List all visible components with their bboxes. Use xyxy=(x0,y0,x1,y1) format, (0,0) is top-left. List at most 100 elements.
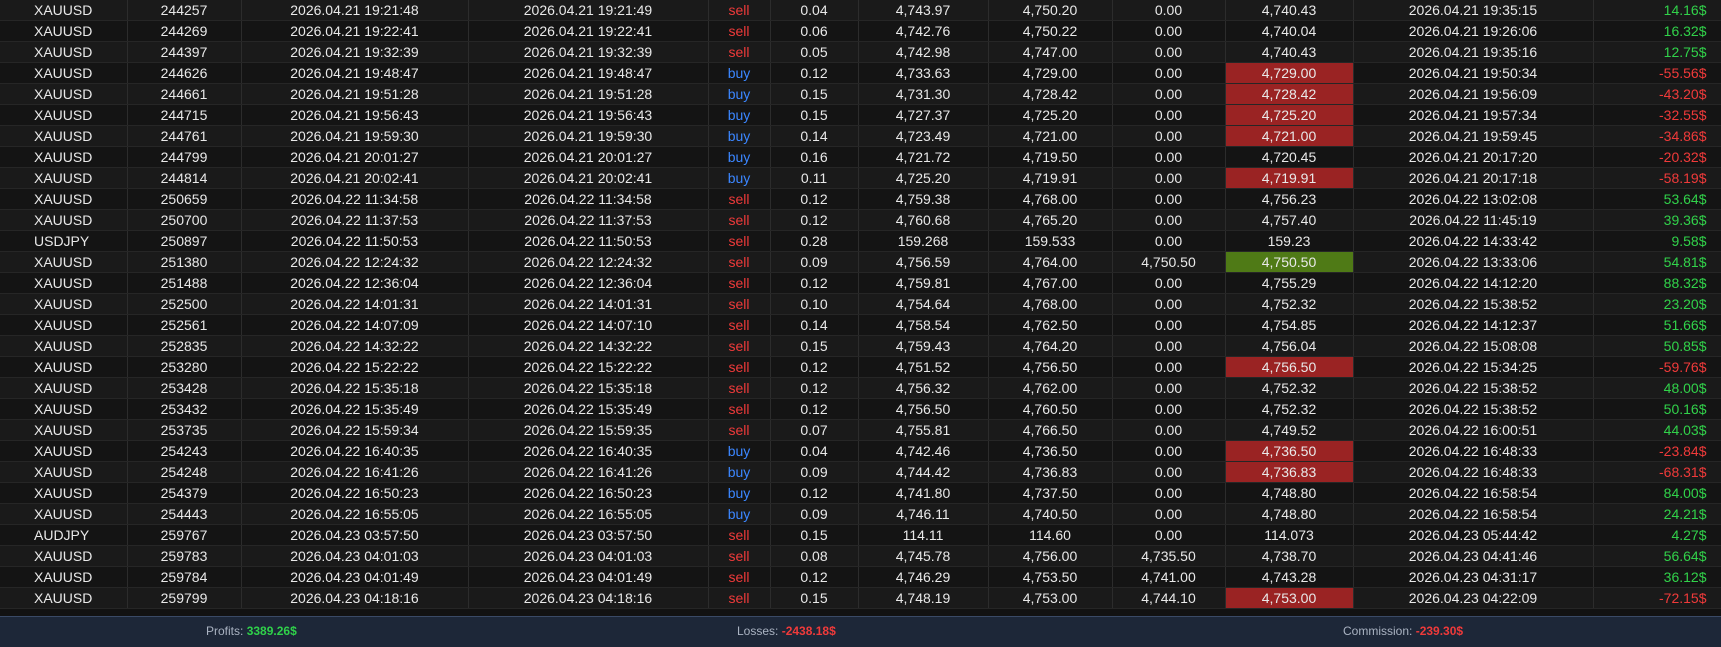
table-row[interactable]: XAUUSD 253432 2026.04.22 15:35:49 2026.04.2… xyxy=(0,398,1721,420)
table-row[interactable]: XAUUSD 253735 2026.04.22 15:59:34 2026.04.2… xyxy=(0,419,1721,441)
cell-close-time: 2026.04.22 14:12:20 xyxy=(1353,272,1594,294)
cell-ticket: 244761 xyxy=(127,125,242,147)
cell-open-time: 2026.04.21 19:51:28 xyxy=(241,83,469,105)
table-row[interactable]: XAUUSD 253428 2026.04.22 15:35:18 2026.04.2… xyxy=(0,377,1721,399)
cell-stop-loss: 4,747.00 xyxy=(988,41,1113,63)
table-row[interactable]: XAUUSD 244715 2026.04.21 19:56:43 2026.04.2… xyxy=(0,104,1721,126)
cell-close-time: 2026.04.22 15:08:08 xyxy=(1353,335,1594,357)
cell-stop-loss: 4,729.00 xyxy=(988,62,1113,84)
cell-profit: 44.03$ xyxy=(1593,419,1721,441)
cell-type: buy xyxy=(708,440,771,462)
table-row[interactable]: XAUUSD 254443 2026.04.22 16:55:05 2026.04.2… xyxy=(0,503,1721,525)
cell-take-profit: 0.00 xyxy=(1112,20,1226,42)
cell-ticket: 244269 xyxy=(127,20,242,42)
cell-ticket: 244661 xyxy=(127,83,242,105)
cell-symbol: XAUUSD xyxy=(0,272,128,294)
cell-symbol: XAUUSD xyxy=(0,377,128,399)
table-row[interactable]: XAUUSD 244257 2026.04.21 19:21:48 2026.04.2… xyxy=(0,0,1721,21)
cell-close-time: 2026.04.21 20:17:20 xyxy=(1353,146,1594,168)
cell-symbol: XAUUSD xyxy=(0,188,128,210)
table-row[interactable]: XAUUSD 259784 2026.04.23 04:01:49 2026.04.2… xyxy=(0,566,1721,588)
cell-open-price: 4,743.97 xyxy=(858,0,989,21)
table-row[interactable]: XAUUSD 244397 2026.04.21 19:32:39 2026.04.2… xyxy=(0,41,1721,63)
cell-profit: 9.58$ xyxy=(1593,230,1721,252)
table-row[interactable]: XAUUSD 244626 2026.04.21 19:48:47 2026.04.2… xyxy=(0,62,1721,84)
cell-ticket: 252500 xyxy=(127,293,242,315)
cell-open-price: 4,745.78 xyxy=(858,545,989,567)
cell-close-time: 2026.04.22 16:58:54 xyxy=(1353,482,1594,504)
cell-take-profit: 0.00 xyxy=(1112,41,1226,63)
cell-type: sell xyxy=(708,293,771,315)
cell-profit: -43.20$ xyxy=(1593,83,1721,105)
cell-close-price: 4,754.85 xyxy=(1225,314,1354,336)
cell-ticket: 254248 xyxy=(127,461,242,483)
cell-exec-time: 2026.04.22 16:55:05 xyxy=(468,503,709,525)
cell-stop-loss: 4,740.50 xyxy=(988,503,1113,525)
table-row[interactable]: XAUUSD 254243 2026.04.22 16:40:35 2026.04.2… xyxy=(0,440,1721,462)
table-row[interactable]: XAUUSD 254379 2026.04.22 16:50:23 2026.04.2… xyxy=(0,482,1721,504)
cell-profit: 23.20$ xyxy=(1593,293,1721,315)
cell-open-price: 4,756.50 xyxy=(858,398,989,420)
cell-open-price: 4,759.81 xyxy=(858,272,989,294)
cell-profit: 12.75$ xyxy=(1593,41,1721,63)
table-row[interactable]: XAUUSD 254248 2026.04.22 16:41:26 2026.04.2… xyxy=(0,461,1721,483)
cell-close-time: 2026.04.22 13:02:08 xyxy=(1353,188,1594,210)
cell-ticket: 253735 xyxy=(127,419,242,441)
table-row[interactable]: XAUUSD 252500 2026.04.22 14:01:31 2026.04.2… xyxy=(0,293,1721,315)
cell-stop-loss: 4,725.20 xyxy=(988,104,1113,126)
table-row[interactable]: AUDJPY 259767 2026.04.23 03:57:50 2026.04.2… xyxy=(0,524,1721,546)
profits-label: Profits: xyxy=(206,624,244,638)
cell-take-profit: 0.00 xyxy=(1112,104,1226,126)
cell-open-price: 4,727.37 xyxy=(858,104,989,126)
table-row[interactable]: XAUUSD 251488 2026.04.22 12:36:04 2026.04.2… xyxy=(0,272,1721,294)
cell-type: sell xyxy=(708,356,771,378)
table-row[interactable]: XAUUSD 244661 2026.04.21 19:51:28 2026.04.2… xyxy=(0,83,1721,105)
cell-ticket: 244799 xyxy=(127,146,242,168)
cell-open-price: 4,746.29 xyxy=(858,566,989,588)
table-row[interactable]: XAUUSD 244814 2026.04.21 20:02:41 2026.04.2… xyxy=(0,167,1721,189)
cell-close-price: 4,719.91 xyxy=(1225,167,1354,189)
cell-volume: 0.14 xyxy=(770,125,859,147)
cell-symbol: XAUUSD xyxy=(0,209,128,231)
cell-take-profit: 0.00 xyxy=(1112,0,1226,21)
cell-open-price: 4,744.42 xyxy=(858,461,989,483)
cell-open-time: 2026.04.22 12:36:04 xyxy=(241,272,469,294)
cell-open-price: 4,733.63 xyxy=(858,62,989,84)
cell-close-price: 4,756.04 xyxy=(1225,335,1354,357)
cell-profit: -68.31$ xyxy=(1593,461,1721,483)
table-row[interactable]: XAUUSD 244269 2026.04.21 19:22:41 2026.04.2… xyxy=(0,20,1721,42)
table-row[interactable]: XAUUSD 253280 2026.04.22 15:22:22 2026.04.2… xyxy=(0,356,1721,378)
cell-ticket: 244397 xyxy=(127,41,242,63)
table-row[interactable]: XAUUSD 250659 2026.04.22 11:34:58 2026.04.2… xyxy=(0,188,1721,210)
cell-stop-loss: 4,768.00 xyxy=(988,293,1113,315)
table-row[interactable]: XAUUSD 259783 2026.04.23 04:01:03 2026.04.2… xyxy=(0,545,1721,567)
table-row[interactable]: USDJPY 250897 2026.04.22 11:50:53 2026.04.2… xyxy=(0,230,1721,252)
table-row[interactable]: XAUUSD 250700 2026.04.22 11:37:53 2026.04.2… xyxy=(0,209,1721,231)
cell-type: sell xyxy=(708,230,771,252)
cell-open-price: 4,742.76 xyxy=(858,20,989,42)
cell-symbol: XAUUSD xyxy=(0,0,128,21)
cell-take-profit: 4,741.00 xyxy=(1112,566,1226,588)
table-row[interactable]: XAUUSD 259799 2026.04.23 04:18:16 2026.04.2… xyxy=(0,587,1721,609)
table-row[interactable]: XAUUSD 252561 2026.04.22 14:07:09 2026.04.2… xyxy=(0,314,1721,336)
cell-open-price: 4,741.80 xyxy=(858,482,989,504)
cell-type: sell xyxy=(708,419,771,441)
cell-exec-time: 2026.04.21 19:48:47 xyxy=(468,62,709,84)
cell-volume: 0.15 xyxy=(770,524,859,546)
cell-open-price: 4,756.59 xyxy=(858,251,989,273)
cell-stop-loss: 4,736.83 xyxy=(988,461,1113,483)
cell-ticket: 244257 xyxy=(127,0,242,21)
cell-volume: 0.07 xyxy=(770,419,859,441)
cell-symbol: XAUUSD xyxy=(0,62,128,84)
commission-value: -239.30$ xyxy=(1415,624,1464,638)
table-row[interactable]: XAUUSD 244799 2026.04.21 20:01:27 2026.04.2… xyxy=(0,146,1721,168)
cell-open-time: 2026.04.21 19:32:39 xyxy=(241,41,469,63)
cell-volume: 0.12 xyxy=(770,188,859,210)
cell-volume: 0.12 xyxy=(770,377,859,399)
table-row[interactable]: XAUUSD 244761 2026.04.21 19:59:30 2026.04.2… xyxy=(0,125,1721,147)
cell-volume: 0.12 xyxy=(770,566,859,588)
cell-open-price: 4,723.49 xyxy=(858,125,989,147)
table-row[interactable]: XAUUSD 252835 2026.04.22 14:32:22 2026.04.2… xyxy=(0,335,1721,357)
table-row[interactable]: XAUUSD 251380 2026.04.22 12:24:32 2026.04.2… xyxy=(0,251,1721,273)
cell-exec-time: 2026.04.22 11:50:53 xyxy=(468,230,709,252)
